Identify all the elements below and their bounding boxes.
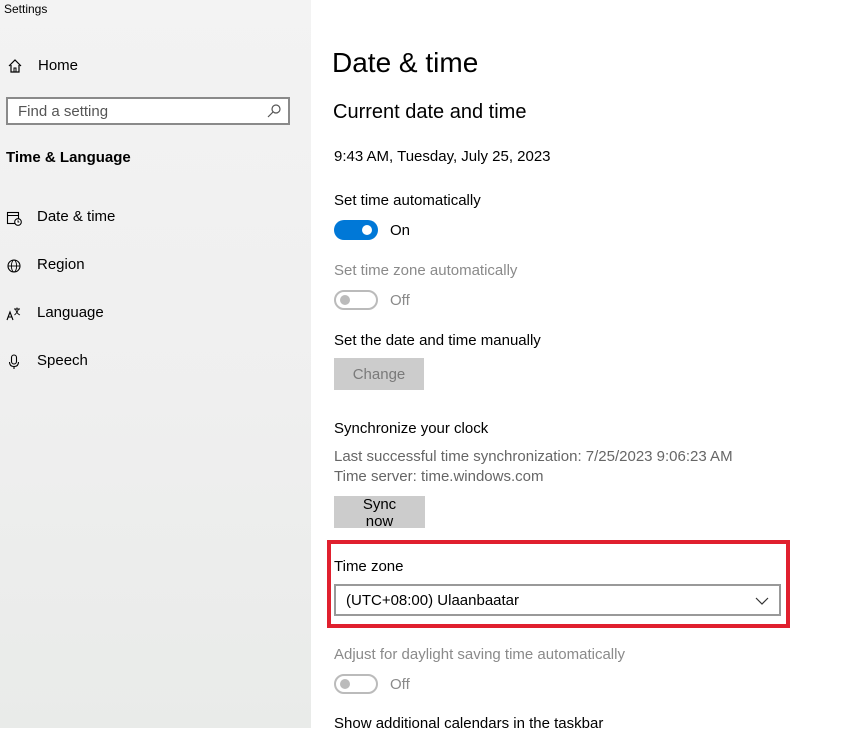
sidebar-item-date-time[interactable]: Date & time <box>0 200 311 236</box>
chevron-down-icon <box>755 594 769 608</box>
time-server-text: Time server: time.windows.com <box>334 468 544 485</box>
calendar-clock-icon <box>6 210 22 226</box>
sidebar-section-title: Time & Language <box>6 149 131 166</box>
app-title: Settings <box>4 2 48 16</box>
last-sync-text: Last successful time synchronization: 7/… <box>334 448 733 465</box>
manual-set-label: Set the date and time manually <box>334 332 541 349</box>
dst-toggle <box>334 674 378 694</box>
set-timezone-auto-label: Set time zone automatically <box>334 262 518 279</box>
time-zone-dropdown[interactable]: (UTC+08:00) Ulaanbaatar <box>334 584 781 616</box>
change-button: Change <box>334 358 424 390</box>
set-time-auto-toggle[interactable] <box>334 220 378 240</box>
sidebar-item-speech[interactable]: Speech <box>0 344 311 380</box>
sidebar-item-region[interactable]: Region <box>0 248 311 284</box>
section-title: Current date and time <box>333 101 527 123</box>
dst-label: Adjust for daylight saving time automati… <box>334 646 625 663</box>
sync-title: Synchronize your clock <box>334 420 489 437</box>
sidebar-item-label: Speech <box>37 352 88 369</box>
search-icon[interactable] <box>266 103 282 119</box>
globe-icon <box>6 258 22 274</box>
home-label: Home <box>38 57 79 74</box>
set-timezone-auto-toggle <box>334 290 378 310</box>
sidebar-item-label: Language <box>37 304 104 321</box>
sidebar-item-language[interactable]: Language <box>0 296 311 332</box>
set-time-auto-label: Set time automatically <box>334 192 481 209</box>
sidebar: Settings Home Time & Language Date & tim… <box>0 0 311 728</box>
current-datetime: 9:43 AM, Tuesday, July 25, 2023 <box>334 148 551 165</box>
set-time-auto-state: On <box>390 222 411 239</box>
microphone-icon <box>6 354 22 370</box>
sidebar-item-label: Region <box>37 256 85 273</box>
language-icon <box>6 306 22 322</box>
additional-calendars-label: Show additional calendars in the taskbar <box>334 715 604 732</box>
home-icon <box>7 58 23 74</box>
search-input[interactable] <box>8 99 268 123</box>
time-zone-label: Time zone <box>334 558 404 575</box>
set-timezone-auto-state: Off <box>390 292 410 309</box>
sync-now-button[interactable]: Sync now <box>334 496 425 530</box>
search-box[interactable] <box>6 97 290 125</box>
main-content: Date & time Current date and time 9:43 A… <box>311 0 863 732</box>
sidebar-item-label: Date & time <box>37 208 116 225</box>
dst-state: Off <box>390 676 410 693</box>
time-zone-value: (UTC+08:00) Ulaanbaatar <box>346 592 520 609</box>
page-title: Date & time <box>332 47 479 78</box>
home-nav-item[interactable]: Home <box>0 50 311 82</box>
